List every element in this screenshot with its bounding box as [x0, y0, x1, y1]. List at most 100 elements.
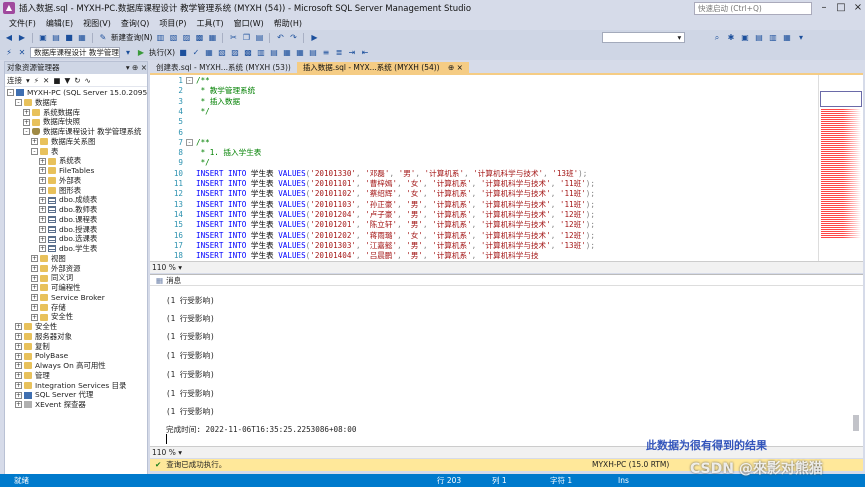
expand-icon[interactable]: +: [39, 157, 46, 165]
maximize-button[interactable]: □: [832, 0, 850, 15]
code-line[interactable]: 3 * 插入数据: [150, 97, 818, 107]
tree-node[interactable]: + 数据库快照: [5, 117, 147, 127]
menu-help[interactable]: 帮助(H): [269, 18, 307, 29]
code-line[interactable]: 12 INSERT INTO 学生表 VALUES('20101102', '蔡绍…: [150, 189, 818, 199]
client-stats-icon[interactable]: ▤: [269, 48, 279, 58]
tree-node[interactable]: + 复制: [5, 342, 147, 352]
forward-icon[interactable]: ▶: [17, 33, 27, 43]
code-line[interactable]: 2 * 教学管理系统: [150, 86, 818, 96]
expand-icon[interactable]: +: [39, 177, 46, 185]
tree-node[interactable]: + dbo.成绩表: [5, 195, 147, 205]
new-query-button[interactable]: 新建查询(N): [111, 32, 152, 43]
xmla-query-icon[interactable]: ▩: [194, 33, 204, 43]
mdx-query-icon[interactable]: ▧: [168, 33, 178, 43]
expand-icon[interactable]: +: [31, 264, 38, 272]
dmx-query-icon[interactable]: ▨: [181, 33, 191, 43]
expand-icon[interactable]: +: [39, 235, 46, 243]
tree-node[interactable]: + FileTables: [5, 166, 147, 176]
expand-icon[interactable]: +: [39, 216, 46, 224]
results-grid-icon[interactable]: ▦: [295, 48, 305, 58]
code-line[interactable]: 5: [150, 117, 818, 127]
properties-icon[interactable]: ✱: [726, 33, 736, 43]
activity-monitor-icon[interactable]: ∿: [85, 76, 91, 85]
code-line[interactable]: 1 /**: [150, 76, 818, 86]
chevron-down-icon[interactable]: ▾: [123, 48, 133, 58]
tree-node[interactable]: + 系统数据库: [5, 108, 147, 118]
results-scrollbar-thumb[interactable]: [853, 415, 859, 431]
template-explorer-icon[interactable]: ▥: [768, 33, 778, 43]
expand-icon[interactable]: +: [39, 225, 46, 233]
expand-icon[interactable]: +: [23, 118, 30, 126]
tree-node[interactable]: + Service Broker: [5, 293, 147, 303]
tree-node[interactable]: - 数据库课程设计 教学管理系统: [5, 127, 147, 137]
expand-icon[interactable]: +: [39, 196, 46, 204]
disconnect-icon[interactable]: ✕: [43, 76, 49, 85]
expand-icon[interactable]: +: [15, 381, 22, 389]
execute-icon[interactable]: ▶: [136, 48, 146, 58]
object-explorer-icon[interactable]: ▤: [754, 33, 764, 43]
connect-icon[interactable]: ⚡: [4, 48, 14, 58]
tree-node[interactable]: - 数据库: [5, 98, 147, 108]
menu-query[interactable]: 查询(Q): [116, 18, 155, 29]
save-icon[interactable]: ■: [64, 33, 74, 43]
code-line[interactable]: 4 */: [150, 107, 818, 117]
dax-query-icon[interactable]: ▦: [207, 33, 217, 43]
tree-node[interactable]: + Integration Services 目录: [5, 381, 147, 391]
tree-node[interactable]: + 可编程性: [5, 283, 147, 293]
undo-icon[interactable]: ↶: [275, 33, 285, 43]
cancel-query-icon[interactable]: ■: [178, 48, 188, 58]
menu-project[interactable]: 项目(P): [154, 18, 191, 29]
code-line[interactable]: 15 INSERT INTO 学生表 VALUES('20101201', '陈立…: [150, 220, 818, 230]
sql-editor[interactable]: 1/** 2 * 教学管理系统 3 * 插入数据 4 */5 6 7/** 8 * 1. 插…: [150, 75, 818, 261]
tree-node[interactable]: + 存储: [5, 303, 147, 313]
quick-launch-input[interactable]: 快速启动 (Ctrl+Q): [694, 2, 812, 15]
tree-node[interactable]: + dbo.教师表: [5, 205, 147, 215]
options-icon[interactable]: ▾: [796, 33, 806, 43]
collapse-icon[interactable]: -: [23, 128, 30, 136]
execute-button[interactable]: 执行(X): [149, 47, 175, 58]
expand-icon[interactable]: +: [31, 274, 38, 282]
search-icon[interactable]: ⌕: [712, 33, 722, 43]
results-zoom-level[interactable]: 110 %: [152, 448, 176, 457]
expand-icon[interactable]: +: [23, 108, 30, 116]
live-stats-icon[interactable]: ▥: [256, 48, 266, 58]
chevron-down-icon[interactable]: ▾: [178, 448, 182, 457]
expand-icon[interactable]: +: [15, 333, 22, 341]
tree-node[interactable]: + dbo.选课表: [5, 234, 147, 244]
disconnect-icon[interactable]: ✕: [17, 48, 27, 58]
tree-node[interactable]: + SQL Server 代理: [5, 390, 147, 400]
tree-node[interactable]: + 图形表: [5, 186, 147, 196]
tree-node[interactable]: + 外部表: [5, 176, 147, 186]
stop-icon[interactable]: ■: [53, 76, 60, 85]
tree-node[interactable]: + 服务器对象: [5, 332, 147, 342]
expand-icon[interactable]: +: [31, 284, 38, 292]
code-line[interactable]: 9 */: [150, 158, 818, 168]
expand-icon[interactable]: +: [15, 362, 22, 370]
minimap-viewport[interactable]: [820, 91, 862, 107]
tree-node[interactable]: + dbo.课程表: [5, 215, 147, 225]
expand-icon[interactable]: +: [15, 352, 22, 360]
registered-servers-icon[interactable]: ▣: [740, 33, 750, 43]
filter-icon[interactable]: ▼: [64, 76, 70, 85]
tab-insert-data[interactable]: 插入数据.sql - MYX...系统 (MYXH (54)) ⊕ ×: [296, 62, 469, 73]
tab-create-table[interactable]: 创建表.sql - MYXH...系统 (MYXH (53)): [150, 62, 297, 73]
tree-node[interactable]: + dbo.授课表: [5, 225, 147, 235]
refresh-icon[interactable]: ↻: [74, 76, 80, 85]
collapse-icon[interactable]: -: [15, 99, 22, 107]
code-line[interactable]: 14 INSERT INTO 学生表 VALUES('20101204', '卢子…: [150, 210, 818, 220]
tab-pin-close-icons[interactable]: ⊕ ×: [448, 63, 463, 72]
panel-pin-close-icons[interactable]: ▾ ⊕ ×: [126, 62, 147, 74]
code-line[interactable]: 13 INSERT INTO 学生表 VALUES('20101103', '孙正…: [150, 200, 818, 210]
save-all-icon[interactable]: ▦: [77, 33, 87, 43]
code-line[interactable]: 6: [150, 128, 818, 138]
tree-node[interactable]: + 安全性: [5, 322, 147, 332]
menu-tools[interactable]: 工具(T): [191, 18, 228, 29]
code-line[interactable]: 18 INSERT INTO 学生表 VALUES('20101404', '吕晨…: [150, 251, 818, 261]
expand-icon[interactable]: +: [39, 206, 46, 214]
expand-icon[interactable]: +: [31, 294, 38, 302]
new-project-icon[interactable]: ▣: [38, 33, 48, 43]
expand-icon[interactable]: +: [31, 303, 38, 311]
chevron-down-icon[interactable]: ▾: [178, 263, 182, 272]
connect-icon[interactable]: ⚡: [34, 76, 39, 85]
code-line[interactable]: 16 INSERT INTO 学生表 VALUES('20101202', '蒋雨…: [150, 231, 818, 241]
